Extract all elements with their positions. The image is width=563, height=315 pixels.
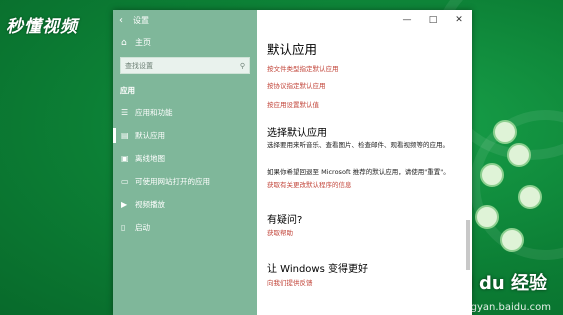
sidebar-item-label: 可使用网站打开的应用 — [135, 177, 210, 186]
decor-tile-icon — [493, 120, 517, 144]
watermark-logo: 秒懂视频 — [6, 17, 78, 37]
section-label-apps: 应用 — [120, 86, 135, 95]
sidebar-item-home[interactable]: ⌂ 主页 — [113, 34, 257, 51]
decor-tile-icon — [480, 163, 504, 187]
apps-list-icon: ☰ — [121, 108, 129, 117]
sidebar-item-default-apps[interactable]: ▤ 默认应用 — [113, 124, 257, 147]
default-apps-icon: ▤ — [121, 131, 129, 140]
sidebar-item-label: 离线地图 — [135, 154, 165, 163]
decor-tile-icon — [500, 228, 524, 252]
maximize-button[interactable]: □ — [420, 10, 446, 30]
sidebar-item-label: 应用和功能 — [135, 108, 173, 117]
search-input[interactable]: 查找设置 ⚲ — [120, 57, 250, 74]
sidebar: ‹ 设置 ⌂ 主页 查找设置 ⚲ 应用 ☰ 应用和功能 ▤ 默认应用 ▣ 离线地… — [113, 10, 257, 315]
home-icon: ⌂ — [121, 37, 127, 48]
section-title-feedback: 让 Windows 变得更好 — [267, 264, 368, 275]
section-title-choose-default: 选择默认应用 — [267, 128, 327, 139]
close-button[interactable]: ✕ — [446, 10, 472, 30]
minimize-button[interactable]: — — [394, 10, 420, 30]
window-controls: — □ ✕ — [394, 10, 472, 30]
section-title-questions: 有疑问? — [267, 215, 303, 226]
active-indicator — [113, 128, 116, 143]
link-by-protocol[interactable]: 按协议指定默认应用 — [267, 80, 326, 90]
sidebar-item-apps-for-websites[interactable]: ▭ 可使用网站打开的应用 — [113, 170, 257, 193]
link-give-feedback[interactable]: 向我们提供反馈 — [267, 277, 313, 287]
sidebar-item-apps-features[interactable]: ☰ 应用和功能 — [113, 101, 257, 124]
section-text-reset: 如果你希望回退至 Microsoft 推荐的默认应用，请使用"重置"。 — [267, 168, 450, 176]
decor-tile-icon — [507, 143, 531, 167]
startup-icon: ▯ — [121, 223, 126, 232]
sidebar-item-video-playback[interactable]: ▶ 视频播放 — [113, 193, 257, 216]
decor-tile-icon — [518, 185, 542, 209]
titlebar: ‹ 设置 — [113, 10, 257, 30]
home-label: 主页 — [135, 38, 151, 47]
page-title: 默认应用 — [267, 42, 318, 57]
sidebar-item-label: 视频播放 — [135, 200, 165, 209]
sidebar-item-startup[interactable]: ▯ 启动 — [113, 216, 257, 239]
sidebar-item-offline-maps[interactable]: ▣ 离线地图 — [113, 147, 257, 170]
link-default-programs-info[interactable]: 获取有关更改默认程序的信息 — [267, 179, 352, 189]
search-icon: ⚲ — [239, 61, 245, 70]
decor-tile-icon — [475, 205, 499, 229]
baidu-watermark-sub: jingyan.baidu.com — [458, 302, 551, 313]
link-by-file-type[interactable]: 按文件类型指定默认应用 — [267, 63, 339, 73]
back-arrow-icon[interactable]: ‹ — [119, 15, 133, 26]
scrollbar[interactable] — [466, 220, 470, 270]
sidebar-item-label: 默认应用 — [135, 131, 165, 140]
settings-window: ‹ 设置 ⌂ 主页 查找设置 ⚲ 应用 ☰ 应用和功能 ▤ 默认应用 ▣ 离线地… — [113, 10, 472, 315]
map-icon: ▣ — [121, 154, 129, 163]
section-text-choose-default: 选择要用来听音乐、查看图片、检查邮件、观看视频等的应用。 — [267, 141, 449, 149]
link-by-app[interactable]: 按应用设置默认值 — [267, 99, 319, 109]
link-get-help[interactable]: 获取帮助 — [267, 227, 293, 237]
main-content: — □ ✕ 默认应用 按文件类型指定默认应用 按协议指定默认应用 按应用设置默认… — [257, 10, 472, 315]
video-icon: ▶ — [121, 200, 128, 209]
web-link-icon: ▭ — [121, 177, 129, 186]
sidebar-item-label: 启动 — [135, 223, 150, 232]
search-placeholder: 查找设置 — [125, 61, 153, 70]
window-title: 设置 — [133, 15, 149, 25]
